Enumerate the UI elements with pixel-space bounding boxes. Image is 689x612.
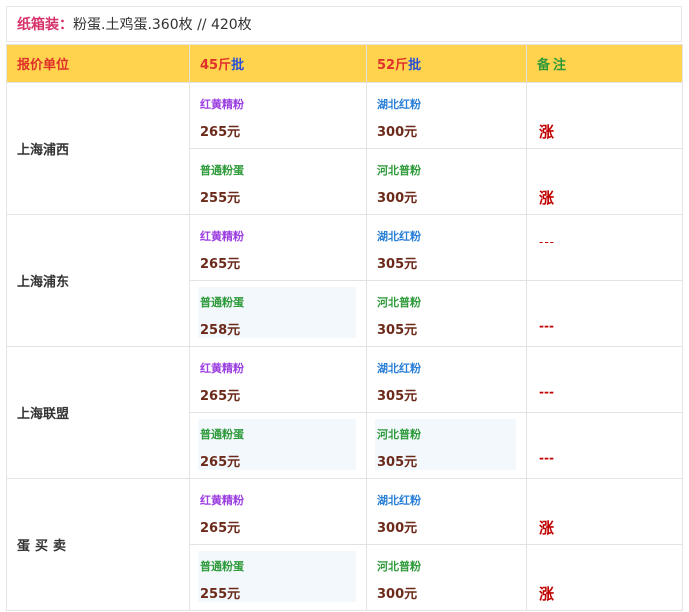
price-cell-45: 普通粉蛋 258元 bbox=[189, 280, 367, 347]
price-cell-52: 湖北红粉 300元 bbox=[366, 478, 527, 545]
table-header-row: 报价单位 45斤批 52斤批 备注 bbox=[6, 44, 683, 83]
price-cell-52: 湖北红粉 300元 bbox=[366, 82, 527, 149]
product-price: 255元 bbox=[200, 191, 241, 206]
product-price: 300元 bbox=[377, 587, 418, 602]
product-price: 265元 bbox=[200, 257, 241, 272]
note-cell: 涨 bbox=[526, 478, 683, 545]
price-cell-52: 河北普粉 305元 bbox=[366, 412, 527, 479]
product-name: 河北普粉 bbox=[377, 560, 421, 573]
product-name: 湖北红粉 bbox=[377, 494, 421, 507]
note-text: --- bbox=[539, 319, 554, 333]
header-note: 备注 bbox=[526, 44, 683, 83]
price-page: 纸箱装：粉蛋.土鸡蛋.360枚 // 420枚 报价单位 45斤批 52斤批 备… bbox=[0, 0, 689, 612]
note-text: 涨 bbox=[539, 123, 555, 141]
product-price: 305元 bbox=[377, 323, 418, 338]
header-45-batch: 批 bbox=[231, 58, 245, 73]
note-cell: --- bbox=[526, 214, 683, 281]
price-cell-52: 湖北红粉 305元 bbox=[366, 346, 527, 413]
product-name: 普通粉蛋 bbox=[200, 560, 244, 573]
note-cell: --- bbox=[526, 412, 683, 479]
product-name: 河北普粉 bbox=[377, 428, 421, 441]
note-cell: 涨 bbox=[526, 82, 683, 149]
header-52: 52斤批 bbox=[366, 44, 527, 83]
price-cell-45: 红黄精粉 265元 bbox=[189, 214, 367, 281]
note-cell: --- bbox=[526, 346, 683, 413]
product-price: 300元 bbox=[377, 125, 418, 140]
product-name: 河北普粉 bbox=[377, 164, 421, 177]
row-unit: 上海浦西 bbox=[6, 82, 190, 215]
packaging-info-bar: 纸箱装：粉蛋.土鸡蛋.360枚 // 420枚 bbox=[6, 6, 682, 42]
note-cell: --- bbox=[526, 280, 683, 347]
price-cell-52: 河北普粉 305元 bbox=[366, 280, 527, 347]
product-name: 湖北红粉 bbox=[377, 362, 421, 375]
price-cell-45: 普通粉蛋 255元 bbox=[189, 148, 367, 215]
table-row: 上海联盟 红黄精粉 265元 湖北红粉 305元 --- bbox=[6, 346, 683, 479]
packaging-label: 纸箱装： bbox=[17, 17, 73, 33]
table-row: 上海浦东 红黄精粉 265元 湖北红粉 305元 --- bbox=[6, 214, 683, 347]
product-price: 258元 bbox=[200, 323, 241, 338]
header-unit: 报价单位 bbox=[6, 44, 190, 83]
table-row: 蛋买卖 红黄精粉 265元 湖北红粉 300元 涨 bbox=[6, 478, 683, 611]
note-text: --- bbox=[539, 451, 554, 465]
product-price: 265元 bbox=[200, 455, 241, 470]
price-cell-52: 河北普粉 300元 bbox=[366, 544, 527, 611]
product-name: 普通粉蛋 bbox=[200, 164, 244, 177]
price-cell-52: 湖北红粉 305元 bbox=[366, 214, 527, 281]
price-cell-45: 普通粉蛋 265元 bbox=[189, 412, 367, 479]
product-price: 300元 bbox=[377, 521, 418, 536]
product-price: 305元 bbox=[377, 389, 418, 404]
product-price: 265元 bbox=[200, 389, 241, 404]
row-unit: 蛋买卖 bbox=[6, 478, 190, 611]
product-name: 湖北红粉 bbox=[377, 230, 421, 243]
product-price: 305元 bbox=[377, 455, 418, 470]
product-name: 河北普粉 bbox=[377, 296, 421, 309]
product-name: 红黄精粉 bbox=[200, 362, 244, 375]
product-price: 265元 bbox=[200, 521, 241, 536]
product-name: 红黄精粉 bbox=[200, 494, 244, 507]
product-name: 红黄精粉 bbox=[200, 98, 244, 111]
row-unit: 上海浦东 bbox=[6, 214, 190, 347]
note-text: --- bbox=[539, 385, 554, 399]
header-45: 45斤批 bbox=[189, 44, 367, 83]
note-text: 涨 bbox=[539, 585, 555, 603]
price-cell-45: 红黄精粉 265元 bbox=[189, 478, 367, 545]
header-52-weight: 52斤 bbox=[377, 58, 409, 73]
price-cell-52: 河北普粉 300元 bbox=[366, 148, 527, 215]
note-text: 涨 bbox=[539, 519, 555, 537]
product-name: 红黄精粉 bbox=[200, 230, 244, 243]
price-cell-45: 普通粉蛋 255元 bbox=[189, 544, 367, 611]
note-cell: 涨 bbox=[526, 148, 683, 215]
product-price: 265元 bbox=[200, 125, 241, 140]
price-cell-45: 红黄精粉 265元 bbox=[189, 82, 367, 149]
product-name: 湖北红粉 bbox=[377, 98, 421, 111]
product-price: 255元 bbox=[200, 587, 241, 602]
table-row: 上海浦西 红黄精粉 265元 湖北红粉 300元 涨 bbox=[6, 82, 683, 215]
row-unit: 上海联盟 bbox=[6, 346, 190, 479]
product-name: 普通粉蛋 bbox=[200, 296, 244, 309]
note-cell: 涨 bbox=[526, 544, 683, 611]
packaging-text: 粉蛋.土鸡蛋.360枚 // 420枚 bbox=[73, 17, 252, 33]
product-price: 300元 bbox=[377, 191, 418, 206]
header-52-batch: 批 bbox=[408, 58, 422, 73]
note-text: --- bbox=[539, 235, 555, 249]
price-table: 报价单位 45斤批 52斤批 备注 上海浦西 红黄精粉 265元 湖北红粉 300元… bbox=[6, 44, 683, 611]
product-name: 普通粉蛋 bbox=[200, 428, 244, 441]
product-price: 305元 bbox=[377, 257, 418, 272]
header-45-weight: 45斤 bbox=[200, 58, 232, 73]
price-cell-45: 红黄精粉 265元 bbox=[189, 346, 367, 413]
note-text: 涨 bbox=[539, 189, 555, 207]
